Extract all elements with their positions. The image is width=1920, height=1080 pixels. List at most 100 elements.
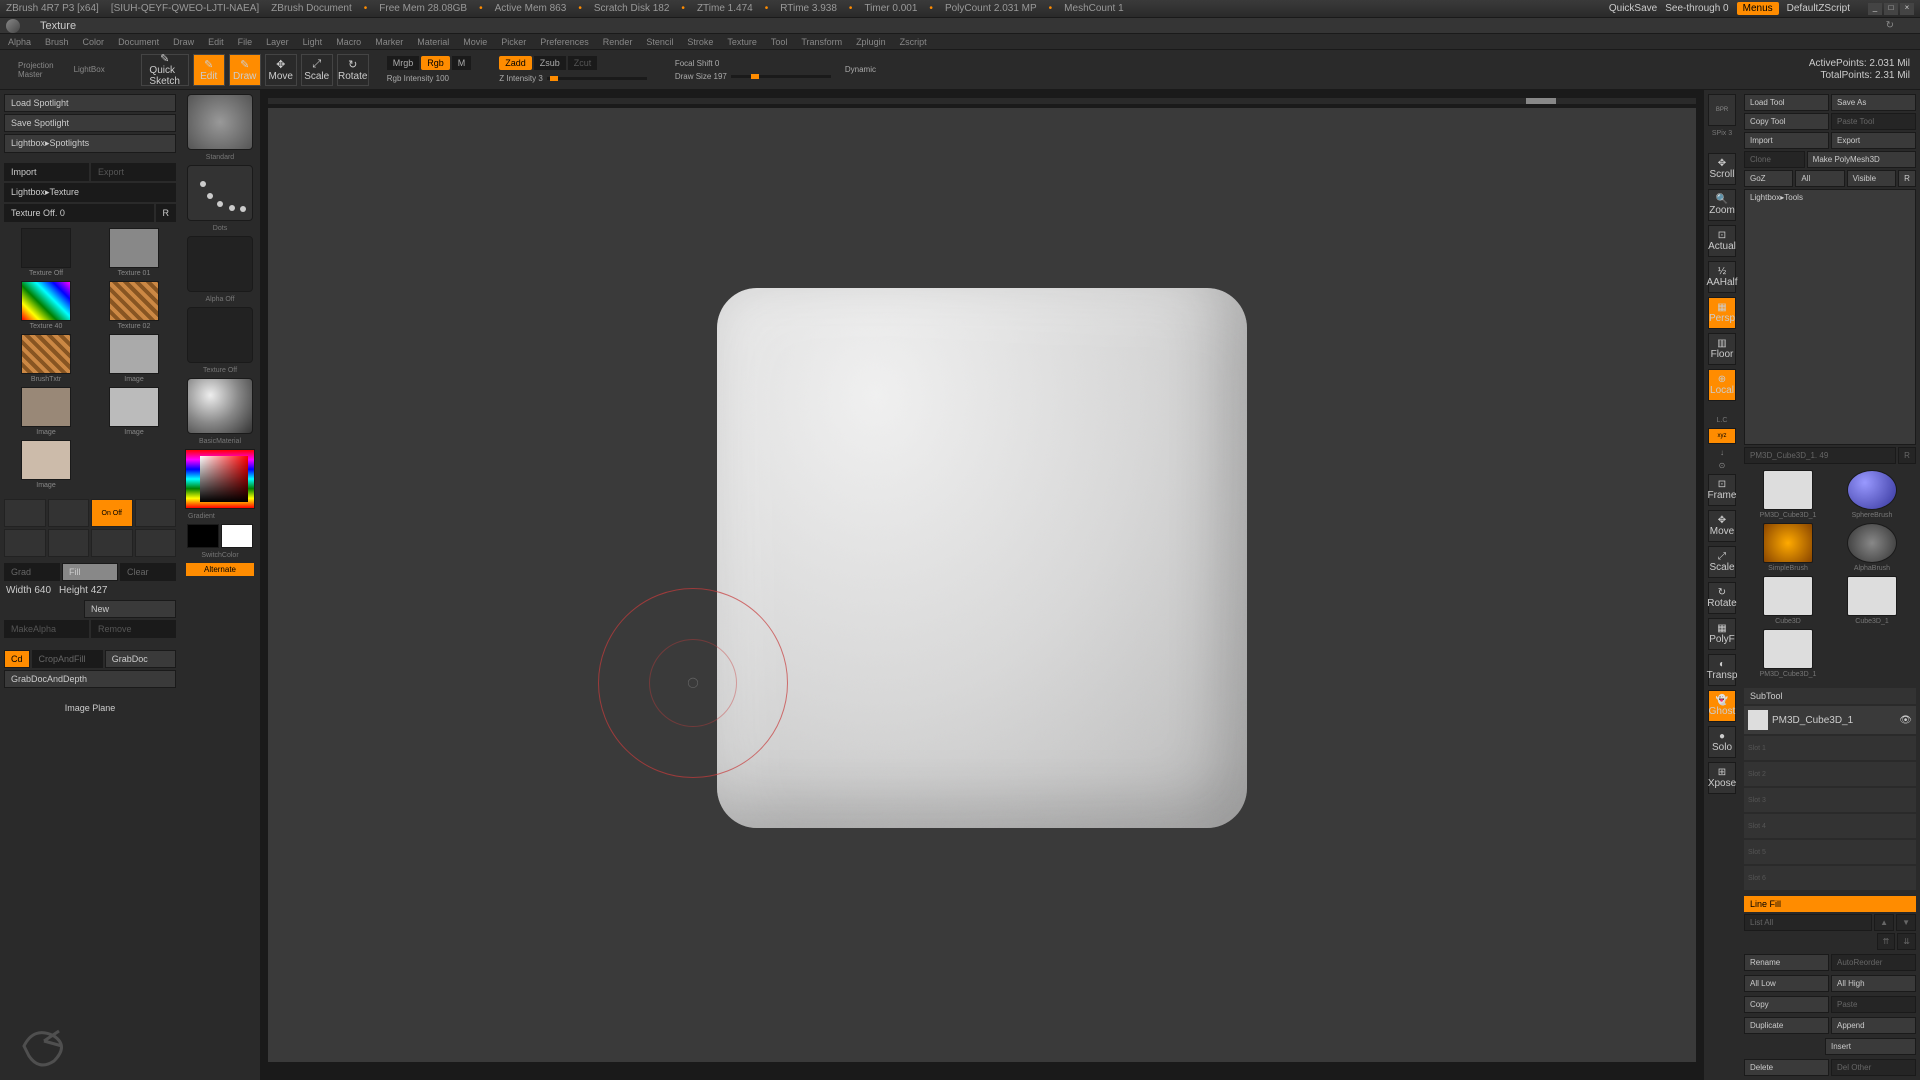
menu-draw[interactable]: Draw	[173, 37, 194, 47]
remove-button[interactable]: Remove	[91, 620, 176, 638]
zcut-button[interactable]: Zcut	[568, 56, 598, 70]
r-button[interactable]: R	[156, 204, 177, 222]
menu-zplugin[interactable]: Zplugin	[856, 37, 886, 47]
close-icon[interactable]: ×	[1900, 3, 1914, 15]
rename-button[interactable]: Rename	[1744, 954, 1829, 971]
polyf-button[interactable]: ▦PolyF	[1708, 618, 1736, 650]
texture-thumb-7[interactable]	[109, 387, 159, 427]
dynamic-label[interactable]: Dynamic	[845, 65, 876, 74]
grad-button[interactable]: Grad	[4, 563, 60, 581]
xpose-button[interactable]: ⊞Xpose	[1708, 762, 1736, 794]
bpr-button[interactable]: BPR	[1708, 94, 1736, 126]
paste-tool-button[interactable]: Paste Tool	[1831, 113, 1916, 130]
tool-cell-6[interactable]	[91, 529, 133, 557]
swatch-white[interactable]	[221, 524, 253, 548]
tool-thumb-4[interactable]	[1763, 576, 1813, 616]
tool-cell-5[interactable]	[48, 529, 90, 557]
grabdocdepth-button[interactable]: GrabDocAndDepth	[4, 670, 176, 688]
persp-button[interactable]: ▦Persp	[1708, 297, 1736, 329]
quicksketch-button[interactable]: ✎Quick Sketch	[141, 54, 189, 86]
ghost-button[interactable]: 👻Ghost	[1708, 690, 1736, 722]
quicksave-button[interactable]: QuickSave	[1609, 3, 1657, 14]
axis-dot-icon[interactable]: ⊙	[1719, 461, 1726, 470]
texture-thumb-2[interactable]	[21, 281, 71, 321]
xyz-button[interactable]: xyz	[1708, 428, 1736, 444]
cropfill-button[interactable]: CropAndFill	[32, 650, 103, 668]
cd-button[interactable]: Cd	[4, 650, 30, 668]
paste-button[interactable]: Paste	[1831, 996, 1916, 1013]
alternate-button[interactable]: Alternate	[186, 563, 254, 576]
tool-cell-1[interactable]	[48, 499, 90, 527]
z-intensity-slider[interactable]: Z Intensity 3	[499, 74, 543, 83]
texture-thumb[interactable]	[187, 307, 253, 363]
delete-button[interactable]: Delete	[1744, 1059, 1829, 1076]
make-polymesh-button[interactable]: Make PolyMesh3D	[1807, 151, 1916, 168]
menu-tool[interactable]: Tool	[771, 37, 788, 47]
tool-thumb-3[interactable]	[1847, 523, 1897, 563]
goz-r-button[interactable]: R	[1898, 170, 1916, 187]
floor-button[interactable]: ▥Floor	[1708, 333, 1736, 365]
tool-thumb-2[interactable]	[1763, 523, 1813, 563]
lightbox-button[interactable]: LightBox	[66, 63, 113, 76]
stroke-dots-thumb[interactable]	[187, 165, 253, 221]
menu-edit[interactable]: Edit	[208, 37, 224, 47]
del-other-button[interactable]: Del Other	[1831, 1059, 1916, 1076]
color-picker[interactable]	[185, 449, 255, 509]
texture-thumb-3[interactable]	[109, 281, 159, 321]
texture-thumb-4[interactable]	[21, 334, 71, 374]
save-spotlight-button[interactable]: Save Spotlight	[4, 114, 176, 132]
all-low-button[interactable]: All Low	[1744, 975, 1829, 992]
clone-button[interactable]: Clone	[1744, 151, 1805, 168]
menu-layer[interactable]: Layer	[266, 37, 289, 47]
axis-arrow-icon[interactable]: ↓	[1720, 448, 1724, 457]
menu-macro[interactable]: Macro	[336, 37, 361, 47]
menu-alpha[interactable]: Alpha	[8, 37, 31, 47]
menu-stencil[interactable]: Stencil	[646, 37, 673, 47]
copy-button[interactable]: Copy	[1744, 996, 1829, 1013]
seethrough-slider[interactable]: See-through 0	[1665, 3, 1728, 14]
minimize-icon[interactable]: _	[1868, 3, 1882, 15]
arrow-up2-icon[interactable]: ⇈	[1877, 933, 1896, 950]
default-script[interactable]: DefaultZScript	[1787, 3, 1850, 14]
mrgb-button[interactable]: Mrgb	[387, 56, 420, 70]
menu-file[interactable]: File	[238, 37, 253, 47]
tool-thumb-5[interactable]	[1847, 576, 1897, 616]
fill-button[interactable]: Fill	[62, 563, 118, 581]
grabdoc-button[interactable]: GrabDoc	[105, 650, 176, 668]
load-tool-button[interactable]: Load Tool	[1744, 94, 1829, 111]
subtool-header[interactable]: SubTool	[1744, 688, 1916, 704]
gradient-label[interactable]: Gradient	[188, 513, 215, 520]
canvas-scrollbar[interactable]	[268, 98, 1696, 104]
frame-button[interactable]: ⊡Frame	[1708, 474, 1736, 506]
rgb-button[interactable]: Rgb	[421, 56, 450, 70]
subtool-slot-2[interactable]: Slot 3	[1744, 788, 1916, 812]
append-button[interactable]: Append	[1831, 1017, 1916, 1034]
menus-button[interactable]: Menus	[1737, 2, 1779, 15]
rotate-button[interactable]: ↻Rotate	[337, 54, 369, 86]
menu-texture[interactable]: Texture	[727, 37, 757, 47]
makealpha-button[interactable]: MakeAlpha	[4, 620, 89, 638]
rgb-intensity-slider[interactable]: Rgb Intensity 100	[387, 74, 472, 83]
menu-zscript[interactable]: Zscript	[900, 37, 927, 47]
save-as-button[interactable]: Save As	[1831, 94, 1916, 111]
texture-thumb-1[interactable]	[109, 228, 159, 268]
subtool-slot-3[interactable]: Slot 4	[1744, 814, 1916, 838]
zsub-button[interactable]: Zsub	[534, 56, 566, 70]
menu-marker[interactable]: Marker	[375, 37, 403, 47]
import-button[interactable]: Import	[4, 163, 89, 181]
subtool-slot-4[interactable]: Slot 5	[1744, 840, 1916, 864]
draw-size-slider[interactable]: Draw Size 197	[675, 72, 727, 81]
transp-button[interactable]: ◐Transp	[1708, 654, 1736, 686]
refresh-icon[interactable]: ↻	[1886, 20, 1894, 31]
tool-r-button[interactable]: R	[1898, 447, 1916, 464]
scale-view-button[interactable]: ⤢Scale	[1708, 546, 1736, 578]
menu-transform[interactable]: Transform	[801, 37, 842, 47]
tool-cell-4[interactable]	[4, 529, 46, 557]
new-button[interactable]: New	[84, 600, 176, 618]
menu-picker[interactable]: Picker	[501, 37, 526, 47]
material-thumb[interactable]	[187, 378, 253, 434]
subtool-item[interactable]: PM3D_Cube3D_1 👁	[1744, 706, 1916, 734]
load-spotlight-button[interactable]: Load Spotlight	[4, 94, 176, 112]
tool-thumb-1[interactable]	[1847, 470, 1897, 510]
current-tool-label[interactable]: PM3D_Cube3D_1. 49	[1744, 447, 1896, 464]
